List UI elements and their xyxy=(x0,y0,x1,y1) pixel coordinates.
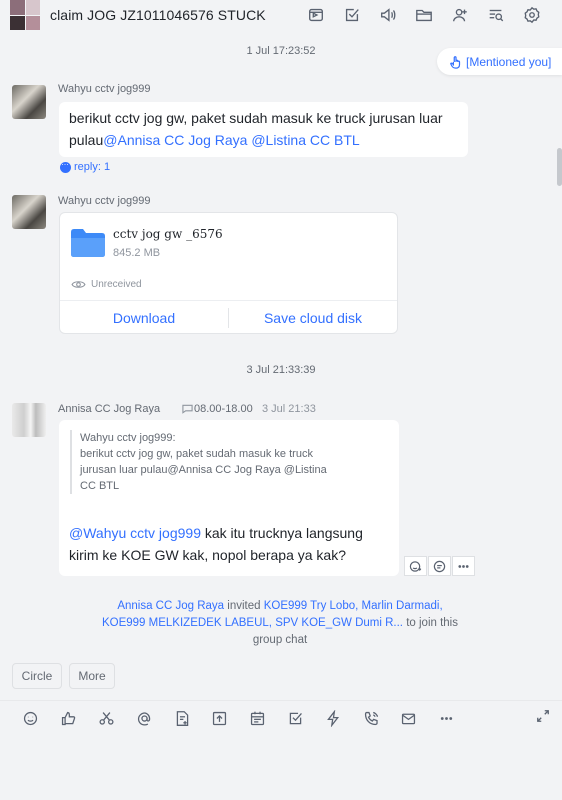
file-actions: Download Save cloud disk xyxy=(60,300,397,334)
message-body: kak itu trucknya langsung xyxy=(200,525,363,541)
chat-bubble-icon xyxy=(182,404,193,414)
file-name: cctv jog gw _6576 xyxy=(113,227,223,241)
message-text: berikut cctv jog gw, paket sudah masuk k… xyxy=(69,107,458,151)
user-link[interactable]: Annisa CC Jog Raya xyxy=(117,600,224,612)
system-text: group chat xyxy=(252,634,308,646)
add-member-icon[interactable] xyxy=(442,4,478,26)
reply-icon xyxy=(60,158,71,173)
mention-notice-label: [Mentioned you] xyxy=(466,54,552,69)
group-avatar[interactable] xyxy=(10,0,40,30)
sender-name[interactable]: Annisa CC Jog Raya xyxy=(58,403,160,415)
settings-icon[interactable] xyxy=(514,4,550,26)
sender-name[interactable]: Wahyu cctv jog999 xyxy=(58,83,151,95)
reply-label: reply: 1 xyxy=(74,161,111,173)
user-link[interactable]: KOE999 MELKIZEDEK LABEUL, SPV KOE_GW Dum… xyxy=(102,617,403,629)
at-icon[interactable] xyxy=(125,707,163,729)
message-body: kirim ke KOE GW kak, nopol berapa ya kak… xyxy=(69,547,346,563)
mention-link[interactable]: @Annisa CC Jog Raya xyxy=(103,132,247,148)
folder-icon[interactable] xyxy=(406,4,442,26)
mention-link[interactable]: @Listina CC BTL xyxy=(247,132,359,148)
avatar[interactable] xyxy=(12,403,46,437)
mail-icon[interactable] xyxy=(390,707,428,729)
scrollbar[interactable] xyxy=(557,148,562,186)
quoted-message[interactable]: Wahyu cctv jog999: berikut cctv jog gw, … xyxy=(70,430,360,494)
work-hours-label: 08.00-18.00 xyxy=(194,403,253,415)
system-text: invited xyxy=(224,600,264,612)
announcement-icon[interactable] xyxy=(370,4,406,26)
scissors-icon[interactable] xyxy=(88,707,126,729)
thumbs-up-icon[interactable] xyxy=(50,707,88,729)
sender-name[interactable]: Wahyu cctv jog999 xyxy=(58,195,151,207)
system-message: Annisa CC Jog Raya invited KOE999 Try Lo… xyxy=(80,598,480,649)
file-size: 845.2 MB xyxy=(113,247,161,259)
doc-icon[interactable] xyxy=(163,707,201,729)
message-bubble[interactable]: berikut cctv jog gw, paket sudah masuk k… xyxy=(59,102,468,157)
reply-icon[interactable] xyxy=(428,556,451,576)
emoji-icon[interactable] xyxy=(12,707,50,729)
file-status: Unreceived xyxy=(71,279,142,290)
more-button[interactable]: More xyxy=(69,663,115,689)
file-card[interactable]: cctv jog gw _6576 845.2 MB Unreceived Do… xyxy=(59,212,398,334)
timestamp: 3 Jul 21:33:39 xyxy=(246,364,316,376)
expand-icon[interactable] xyxy=(536,709,552,725)
lightning-icon[interactable] xyxy=(314,707,352,729)
chat-title: claim JOG JZ1011046576 STUCK xyxy=(50,7,266,23)
avatar[interactable] xyxy=(12,195,46,229)
quote-line: jurusan luar pulau@Annisa CC Jog Raya @L… xyxy=(80,464,327,476)
quote-line: CC BTL xyxy=(80,480,120,492)
more-icon[interactable] xyxy=(428,707,466,729)
system-text: to join this xyxy=(403,617,458,629)
task-icon[interactable] xyxy=(334,4,370,26)
folder-icon xyxy=(71,229,105,257)
message-time: 3 Jul 21:33 xyxy=(262,403,316,415)
message-actions xyxy=(404,556,476,576)
search-history-icon[interactable] xyxy=(478,4,514,26)
file-status-label: Unreceived xyxy=(91,279,142,290)
hand-pointer-icon xyxy=(450,55,461,69)
video-call-icon[interactable] xyxy=(298,4,334,26)
toolbar-icons xyxy=(12,707,466,729)
checkbox-icon[interactable] xyxy=(277,707,315,729)
user-link[interactable]: KOE999 Try Lobo, Marlin Darmadi, xyxy=(264,600,443,612)
add-reaction-icon[interactable] xyxy=(404,556,427,576)
eye-icon xyxy=(71,281,86,288)
message-text: @Wahyu cctv jog999 kak itu trucknya lang… xyxy=(69,522,394,566)
more-icon[interactable] xyxy=(452,556,475,576)
work-hours: 08.00-18.00 xyxy=(182,403,253,415)
reply-count[interactable]: reply: 1 xyxy=(60,158,111,173)
calendar-icon[interactable] xyxy=(239,707,277,729)
phone-icon[interactable] xyxy=(352,707,390,729)
avatar[interactable] xyxy=(12,85,46,119)
mention-notice[interactable]: [Mentioned you] xyxy=(437,48,562,75)
input-toolbar xyxy=(0,700,562,800)
quote-line: Wahyu cctv jog999: xyxy=(80,432,176,444)
mention-link[interactable]: @Wahyu cctv jog999 xyxy=(69,525,201,541)
save-cloud-disk-button[interactable]: Save cloud disk xyxy=(229,310,397,326)
download-button[interactable]: Download xyxy=(60,310,228,326)
upload-icon[interactable] xyxy=(201,707,239,729)
header-actions xyxy=(298,4,550,26)
circle-button[interactable]: Circle xyxy=(12,663,62,689)
chat-header: claim JOG JZ1011046576 STUCK xyxy=(0,0,562,30)
quote-line: berikut cctv jog gw, paket sudah masuk k… xyxy=(80,448,313,460)
